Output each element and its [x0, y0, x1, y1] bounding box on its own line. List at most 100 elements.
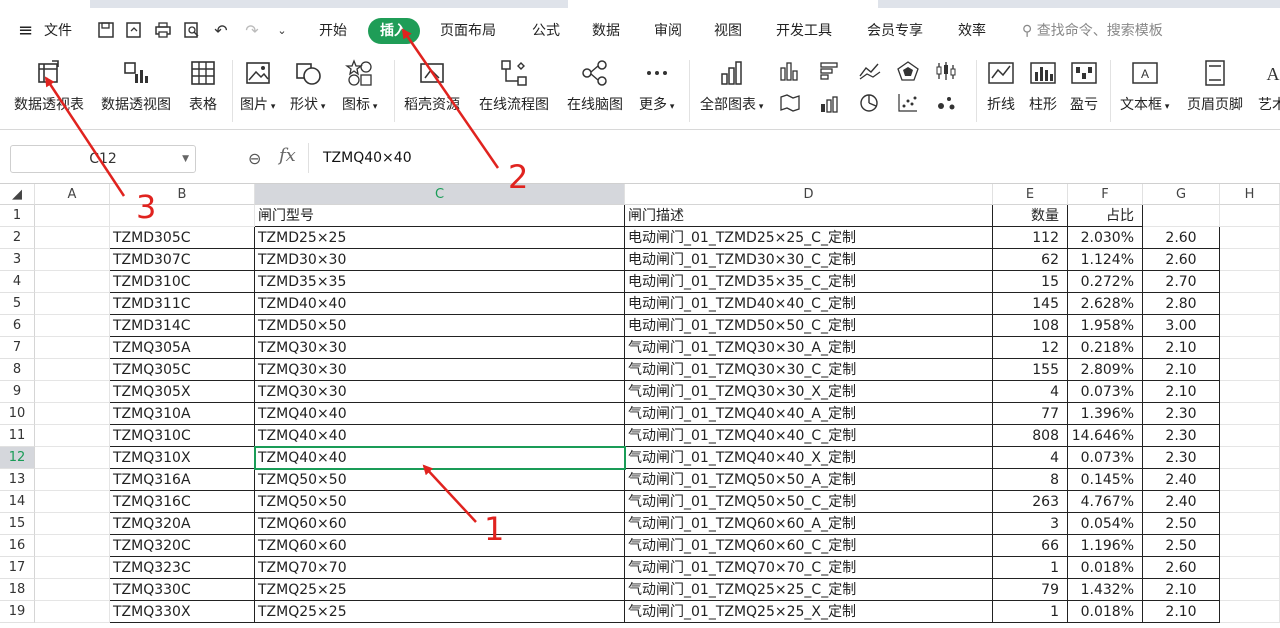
formula-input[interactable]: TZMQ40×40: [308, 143, 1280, 173]
cell-b9[interactable]: TZMQ305X: [110, 381, 255, 403]
cell-a11[interactable]: [35, 425, 110, 447]
cell-f8[interactable]: 2.809%: [1068, 359, 1143, 381]
cell-f12[interactable]: 0.073%: [1068, 447, 1143, 469]
cell-f7[interactable]: 0.218%: [1068, 337, 1143, 359]
cell-d3[interactable]: 电动闸门_01_TZMD30×30_C_定制: [625, 249, 993, 271]
cell-e12[interactable]: 4: [993, 447, 1068, 469]
cell-f2[interactable]: 2.030%: [1068, 227, 1143, 249]
cell-a5[interactable]: [35, 293, 110, 315]
tab-member[interactable]: 会员专享: [867, 8, 923, 52]
scatter-chart-icon[interactable]: [896, 92, 922, 114]
cell-a8[interactable]: [35, 359, 110, 381]
row-header[interactable]: 5: [0, 293, 35, 315]
cell-a12[interactable]: [35, 447, 110, 469]
cell-h19[interactable]: [1220, 601, 1280, 623]
cell-c3[interactable]: TZMD30×30: [255, 249, 625, 271]
tab-insert[interactable]: 插入: [368, 18, 420, 44]
spreadsheet-grid[interactable]: ◢ A B C D E F G H 1 闸门型号 闸门描述 数量 占比 2 TZMD305C TZMD25×25…: [0, 184, 1280, 628]
tab-efficiency[interactable]: 效率: [958, 8, 986, 52]
cell-c4[interactable]: TZMD35×35: [255, 271, 625, 293]
cell-h18[interactable]: [1220, 579, 1280, 601]
print-preview-icon[interactable]: [182, 21, 202, 41]
cell-d11[interactable]: 气动闸门_01_TZMQ40×40_C_定制: [625, 425, 993, 447]
picture-button[interactable]: 图片 ▾: [240, 58, 275, 114]
cell-g7[interactable]: 2.10: [1143, 337, 1220, 359]
cell-h6[interactable]: [1220, 315, 1280, 337]
cell-b7[interactable]: TZMQ305A: [110, 337, 255, 359]
cell-h10[interactable]: [1220, 403, 1280, 425]
pivot-table-button[interactable]: 数据透视表: [14, 58, 84, 114]
cell-c14[interactable]: TZMQ50×50: [255, 491, 625, 513]
cell-d9[interactable]: 气动闸门_01_TZMQ30×30_X_定制: [625, 381, 993, 403]
cell-b2[interactable]: TZMD305C: [110, 227, 255, 249]
cell-e4[interactable]: 15: [993, 271, 1068, 293]
cell-f17[interactable]: 0.018%: [1068, 557, 1143, 579]
cell-f19[interactable]: 0.018%: [1068, 601, 1143, 623]
cell-h11[interactable]: [1220, 425, 1280, 447]
cell-c1[interactable]: 闸门型号: [255, 205, 625, 227]
tab-home[interactable]: 开始: [319, 8, 347, 52]
save-icon[interactable]: [96, 21, 116, 41]
cell-a14[interactable]: [35, 491, 110, 513]
cell-g4[interactable]: 2.70: [1143, 271, 1220, 293]
cell-g3[interactable]: 2.60: [1143, 249, 1220, 271]
cell-a4[interactable]: [35, 271, 110, 293]
cell-g15[interactable]: 2.50: [1143, 513, 1220, 535]
column-header-c[interactable]: C: [255, 184, 625, 205]
cell-e1[interactable]: 数量: [993, 205, 1068, 227]
row-header[interactable]: 14: [0, 491, 35, 513]
cell-h3[interactable]: [1220, 249, 1280, 271]
row-header[interactable]: 4: [0, 271, 35, 293]
cell-c5[interactable]: TZMD40×40: [255, 293, 625, 315]
row-header[interactable]: 19: [0, 601, 35, 623]
cell-b8[interactable]: TZMQ305C: [110, 359, 255, 381]
cell-a9[interactable]: [35, 381, 110, 403]
doc-tab-active[interactable]: [568, 0, 878, 8]
cell-f9[interactable]: 0.073%: [1068, 381, 1143, 403]
cell-d12[interactable]: 气动闸门_01_TZMQ40×40_X_定制: [625, 447, 993, 469]
column-header-f[interactable]: F: [1068, 184, 1143, 205]
textbox-button[interactable]: A 文本框 ▾: [1120, 58, 1169, 114]
cell-g12[interactable]: 2.30: [1143, 447, 1220, 469]
row-header[interactable]: 12: [0, 447, 35, 469]
cell-c17[interactable]: TZMQ70×70: [255, 557, 625, 579]
cell-b1[interactable]: [110, 205, 255, 227]
cell-g6[interactable]: 3.00: [1143, 315, 1220, 337]
cell-d4[interactable]: 电动闸门_01_TZMD35×35_C_定制: [625, 271, 993, 293]
cell-e7[interactable]: 12: [993, 337, 1068, 359]
cell-b18[interactable]: TZMQ330C: [110, 579, 255, 601]
search-box[interactable]: ⚲ 查找命令、搜索模板: [1022, 8, 1163, 52]
cell-h17[interactable]: [1220, 557, 1280, 579]
cell-d7[interactable]: 气动闸门_01_TZMQ30×30_A_定制: [625, 337, 993, 359]
fx-icon[interactable]: fx: [279, 145, 296, 166]
cell-h15[interactable]: [1220, 513, 1280, 535]
cell-c13[interactable]: TZMQ50×50: [255, 469, 625, 491]
cell-a6[interactable]: [35, 315, 110, 337]
row-header[interactable]: 1: [0, 205, 35, 227]
cell-b10[interactable]: TZMQ310A: [110, 403, 255, 425]
cell-e6[interactable]: 108: [993, 315, 1068, 337]
doc-tab[interactable]: [0, 0, 90, 8]
cell-d14[interactable]: 气动闸门_01_TZMQ50×50_C_定制: [625, 491, 993, 513]
cell-h12[interactable]: [1220, 447, 1280, 469]
row-header[interactable]: 10: [0, 403, 35, 425]
cell-f15[interactable]: 0.054%: [1068, 513, 1143, 535]
redo-icon[interactable]: ↷: [242, 21, 262, 41]
cell-d16[interactable]: 气动闸门_01_TZMQ60×60_C_定制: [625, 535, 993, 557]
cell-f4[interactable]: 0.272%: [1068, 271, 1143, 293]
sparkline-line-button[interactable]: 折线: [986, 58, 1016, 114]
cell-e18[interactable]: 79: [993, 579, 1068, 601]
cell-h13[interactable]: [1220, 469, 1280, 491]
mindmap-button[interactable]: 在线脑图: [567, 58, 623, 114]
docer-resource-button[interactable]: 稻壳资源: [404, 58, 460, 114]
cell-c2[interactable]: TZMD25×25: [255, 227, 625, 249]
tab-data[interactable]: 数据: [592, 8, 620, 52]
shape-button[interactable]: 形状 ▾: [290, 58, 325, 114]
cell-b14[interactable]: TZMQ316C: [110, 491, 255, 513]
column-header-g[interactable]: G: [1143, 184, 1220, 205]
row-header[interactable]: 7: [0, 337, 35, 359]
cell-e2[interactable]: 112: [993, 227, 1068, 249]
all-charts-button[interactable]: 全部图表 ▾: [700, 58, 763, 114]
cell-e9[interactable]: 4: [993, 381, 1068, 403]
cell-d10[interactable]: 气动闸门_01_TZMQ40×40_A_定制: [625, 403, 993, 425]
